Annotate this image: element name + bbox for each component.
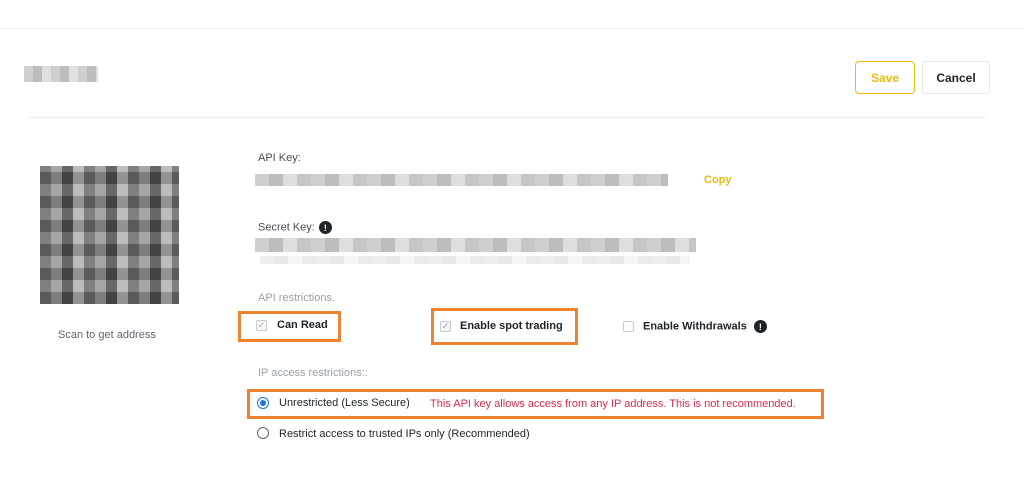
withdrawals-checkbox[interactable] [623,321,634,332]
secret-key-label-row: Secret Key:! [258,221,332,234]
unrestricted-label: Unrestricted (Less Secure) [279,397,410,409]
can-read-checkbox[interactable]: ✓ [256,320,267,331]
can-read-label: Can Read [277,319,328,331]
exclamation-circle-icon[interactable]: ! [753,320,767,333]
restrict-trusted-ips-label: Restrict access to trusted IPs only (Rec… [279,428,530,440]
qr-code-redacted [40,166,179,304]
api-restrictions-label: API restrictions. [258,292,336,304]
api-key-value-redacted [255,174,668,186]
qr-caption: Scan to get address [58,329,156,341]
spot-trading-label: Enable spot trading [460,320,563,332]
ip-warning-text: This API key allows access from any IP a… [430,398,796,410]
withdrawals-label-row: Enable Withdrawals! [643,320,767,333]
spot-trading-checkbox[interactable]: ✓ [440,321,451,332]
unrestricted-radio[interactable] [257,397,269,409]
restrict-trusted-ips-radio[interactable] [257,427,269,439]
copy-button[interactable]: Copy [704,174,732,186]
secret-key-value-redacted [255,238,696,252]
header-divider [28,117,986,118]
cancel-button[interactable]: Cancel [922,61,990,94]
api-key-name-redacted [24,66,98,82]
secret-key-label: Secret Key: [258,221,315,234]
exclamation-circle-icon[interactable]: ! [318,221,332,234]
ip-restrictions-label: IP access restrictions:: [258,367,368,379]
withdrawals-label: Enable Withdrawals [643,320,747,333]
api-key-label: API Key: [258,152,301,164]
save-button[interactable]: Save [855,61,915,94]
secret-key-value-redacted-2 [260,256,690,264]
